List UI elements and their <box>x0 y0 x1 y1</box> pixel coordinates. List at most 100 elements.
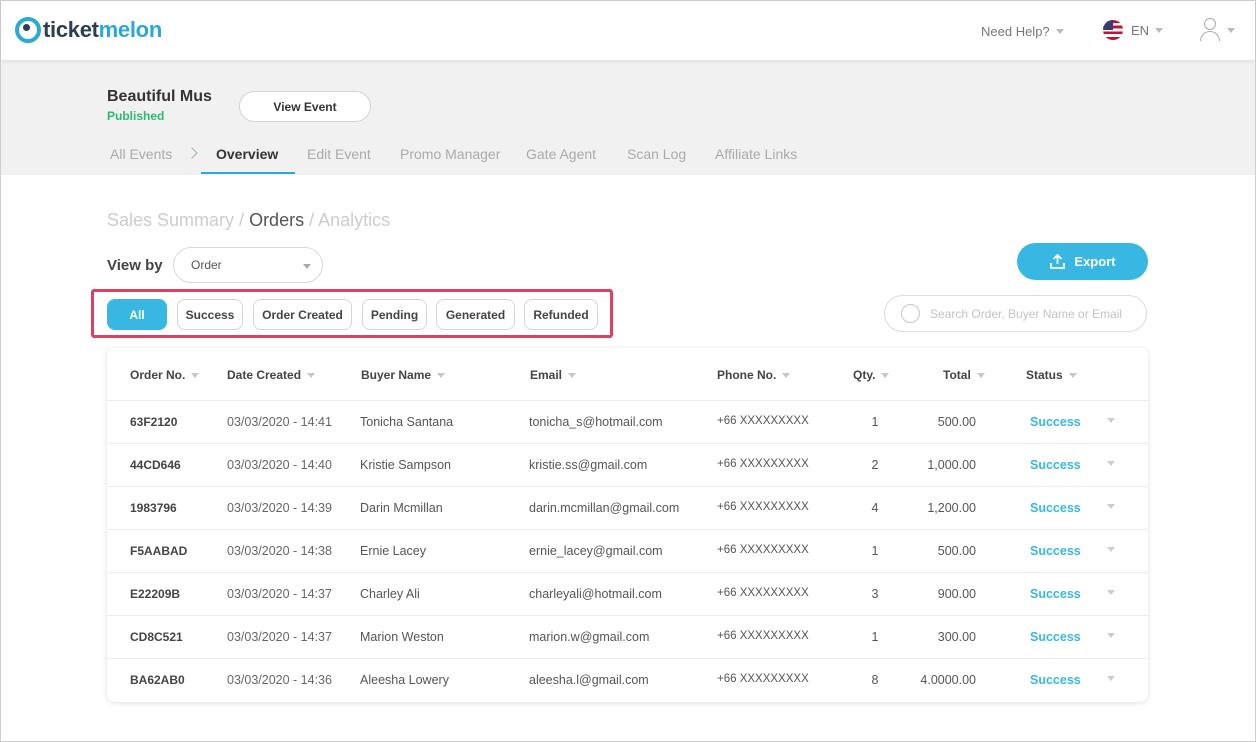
buyer-name: Charley Ali <box>360 587 420 601</box>
total: 500.00 <box>937 415 976 429</box>
filter-pending[interactable]: Pending <box>362 299 427 330</box>
user-menu[interactable] <box>1199 17 1235 43</box>
expand-row-chevron-icon[interactable] <box>1107 590 1115 595</box>
order-number[interactable]: 1983796 <box>130 501 177 515</box>
order-number[interactable]: CD8C521 <box>130 630 183 644</box>
column-header-order-no[interactable]: Order No. <box>130 368 200 382</box>
column-header-date-created[interactable]: Date Created <box>227 368 316 382</box>
table-row[interactable]: E22209B 03/03/2020 - 14:37 Charley Ali char… <box>107 573 1148 616</box>
breadcrumb: Sales Summary / Orders / Analytics <box>107 210 390 231</box>
tab-scan-log[interactable]: Scan Log <box>627 146 686 162</box>
email: marion.w@gmail.com <box>529 630 650 644</box>
total: 1,000.00 <box>927 458 976 472</box>
event-tabs: All Events Overview Edit Event Promo Man… <box>1 143 1255 175</box>
chevron-down-icon <box>303 264 311 269</box>
sort-icon <box>1068 372 1077 378</box>
email: tonicha_s@hotmail.com <box>529 415 663 429</box>
quantity: 2 <box>871 458 879 472</box>
search-input[interactable] <box>930 306 1140 321</box>
filter-success[interactable]: Success <box>177 299 243 330</box>
export-label: Export <box>1074 254 1116 269</box>
tab-affiliate-links[interactable]: Affiliate Links <box>715 146 797 162</box>
chevron-down-icon <box>1155 27 1164 33</box>
view-by-label: View by <box>107 257 163 274</box>
table-header: Order No. Date Created Buyer Name Email … <box>107 348 1148 401</box>
language-dropdown[interactable]: EN <box>1103 20 1164 40</box>
phone-number: +66 XXXXXXXXX <box>717 673 809 685</box>
order-number[interactable]: BA62AB0 <box>130 673 185 687</box>
quantity: 4 <box>871 501 879 515</box>
phone-number: +66 XXXXXXXXX <box>717 458 809 470</box>
table-row[interactable]: F5AABAD 03/03/2020 - 14:38 Ernie Lacey erni… <box>107 530 1148 573</box>
filter-all[interactable]: All <box>107 299 167 330</box>
order-number[interactable]: F5AABAD <box>130 544 187 558</box>
breadcrumb-sales-summary[interactable]: Sales Summary <box>107 210 234 230</box>
expand-row-chevron-icon[interactable] <box>1107 633 1115 638</box>
breadcrumb-separator: / <box>234 210 250 230</box>
date-created: 03/03/2020 - 14:37 <box>227 587 332 601</box>
date-created: 03/03/2020 - 14:41 <box>227 415 332 429</box>
order-number[interactable]: E22209B <box>130 587 180 601</box>
order-number[interactable]: 44CD646 <box>130 458 181 472</box>
date-created: 03/03/2020 - 14:36 <box>227 673 332 687</box>
orders-table: Order No. Date Created Buyer Name Email … <box>107 348 1148 702</box>
view-by-select[interactable]: Order <box>173 247 323 283</box>
date-created: 03/03/2020 - 14:37 <box>227 630 332 644</box>
quantity: 1 <box>871 630 879 644</box>
status-badge: Success <box>1030 458 1081 472</box>
order-number[interactable]: 63F2120 <box>130 415 177 429</box>
tab-all-events[interactable]: All Events <box>110 146 172 162</box>
filter-generated[interactable]: Generated <box>436 299 515 330</box>
table-row[interactable]: 63F2120 03/03/2020 - 14:41 Tonicha Santana… <box>107 401 1148 444</box>
tab-overview[interactable]: Overview <box>216 146 278 162</box>
expand-row-chevron-icon[interactable] <box>1107 418 1115 423</box>
export-button[interactable]: Export <box>1017 243 1148 280</box>
need-help-label: Need Help? <box>981 24 1050 39</box>
expand-row-chevron-icon[interactable] <box>1107 504 1115 509</box>
quantity: 1 <box>871 415 879 429</box>
expand-row-chevron-icon[interactable] <box>1107 461 1115 466</box>
upload-icon <box>1050 253 1066 269</box>
need-help-dropdown[interactable]: Need Help? <box>981 24 1064 39</box>
date-created: 03/03/2020 - 14:38 <box>227 544 332 558</box>
view-event-button[interactable]: View Event <box>239 91 371 122</box>
us-flag-icon <box>1103 20 1123 40</box>
expand-row-chevron-icon[interactable] <box>1107 547 1115 552</box>
tab-gate-agent[interactable]: Gate Agent <box>526 146 596 162</box>
search-icon <box>901 304 920 323</box>
quantity: 8 <box>871 673 879 687</box>
language-label: EN <box>1131 22 1150 38</box>
active-tab-indicator <box>201 172 295 174</box>
sort-icon <box>568 372 577 378</box>
table-row[interactable]: 44CD646 03/03/2020 - 14:40 Kristie Sampson… <box>107 444 1148 487</box>
email: ernie_lacey@gmail.com <box>529 544 663 558</box>
buyer-name: Marion Weston <box>360 630 444 644</box>
chevron-down-icon <box>1055 29 1064 34</box>
table-row[interactable]: CD8C521 03/03/2020 - 14:37 Marion Weston ma… <box>107 616 1148 659</box>
table-row[interactable]: 1983796 03/03/2020 - 14:39 Darin Mcmillan d… <box>107 487 1148 530</box>
filter-refunded[interactable]: Refunded <box>524 299 598 330</box>
table-row[interactable]: BA62AB0 03/03/2020 - 14:36 Aleesha Lowery a… <box>107 659 1148 702</box>
phone-number: +66 XXXXXXXXX <box>717 415 809 427</box>
status-badge: Success <box>1030 587 1081 601</box>
column-header-email[interactable]: Email <box>530 368 577 382</box>
tab-promo-manager[interactable]: Promo Manager <box>400 146 500 162</box>
ticketmelon-logo[interactable]: ticketmelon <box>15 17 162 43</box>
column-header-qty[interactable]: Qty. <box>853 368 890 382</box>
breadcrumb-analytics[interactable]: Analytics <box>318 210 390 230</box>
phone-number: +66 XXXXXXXXX <box>717 587 809 599</box>
total: 500.00 <box>937 544 976 558</box>
expand-row-chevron-icon[interactable] <box>1107 676 1115 681</box>
status-badge: Success <box>1030 501 1081 515</box>
sort-icon <box>437 372 446 378</box>
filter-order-created[interactable]: Order Created <box>253 299 352 330</box>
column-header-buyer-name[interactable]: Buyer Name <box>361 368 446 382</box>
buyer-name: Tonicha Santana <box>360 415 454 429</box>
date-created: 03/03/2020 - 14:40 <box>227 458 332 472</box>
tab-edit-event[interactable]: Edit Event <box>307 146 371 162</box>
column-header-total[interactable]: Total <box>943 368 985 382</box>
total: 900.00 <box>937 587 976 601</box>
column-header-phone[interactable]: Phone No. <box>717 368 791 382</box>
phone-number: +66 XXXXXXXXX <box>717 501 809 513</box>
column-header-status[interactable]: Status <box>1026 368 1077 382</box>
